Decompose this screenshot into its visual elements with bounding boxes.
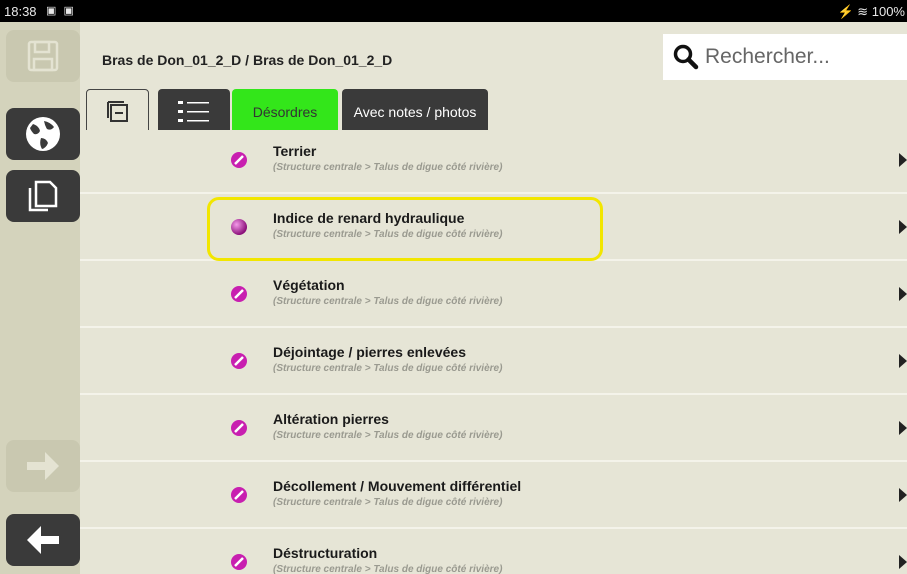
list-item[interactable]: Déstructuration (Structure centrale > Ta… <box>80 531 907 574</box>
disorder-icon <box>231 487 247 503</box>
copy-button[interactable] <box>6 170 80 222</box>
search-box[interactable]: Rechercher... <box>663 34 907 80</box>
save-button[interactable] <box>6 30 80 82</box>
list-item-title: Terrier <box>273 143 317 159</box>
map-button[interactable] <box>6 108 80 160</box>
chevron-right-icon <box>899 555 907 569</box>
search-placeholder: Rechercher... <box>705 45 830 68</box>
disorder-icon <box>231 554 247 570</box>
save-icon <box>27 40 59 72</box>
list-item[interactable]: Végétation (Structure centrale > Talus d… <box>80 263 907 328</box>
list-item-subtitle: (Structure centrale > Talus de digue côt… <box>273 497 503 508</box>
view-toggle-button[interactable] <box>86 89 149 135</box>
status-time: 18:38 <box>4 4 37 19</box>
search-icon <box>673 44 699 70</box>
breadcrumb: Bras de Don_01_2_D / Bras de Don_01_2_D <box>102 52 393 68</box>
notes-photos-filter-button[interactable]: Avec notes / photos <box>342 89 488 135</box>
list-item-title: Décollement / Mouvement différentiel <box>273 478 522 494</box>
sidebar <box>0 22 80 574</box>
list-item-subtitle: (Structure centrale > Talus de digue côt… <box>273 363 503 374</box>
list-item-subtitle: (Structure centrale > Talus de digue côt… <box>273 296 503 307</box>
arrow-right-icon <box>27 452 59 480</box>
list-item-subtitle: (Structure centrale > Talus de digue côt… <box>273 162 503 173</box>
disorder-list: Terrier (Structure centrale > Talus de d… <box>80 130 907 574</box>
list-item-title: Déjointage / pierres enlevées <box>273 344 466 360</box>
list-item[interactable]: Déjointage / pierres enlevées (Structure… <box>80 330 907 395</box>
chevron-right-icon <box>899 287 907 301</box>
disorder-icon <box>231 353 247 369</box>
chevron-right-icon <box>899 153 907 167</box>
list-item-title: Végétation <box>273 277 345 293</box>
list-item-subtitle: (Structure centrale > Talus de digue côt… <box>273 564 503 574</box>
list-item-title: Altération pierres <box>273 411 389 427</box>
disorder-icon <box>231 420 247 436</box>
list-item-subtitle: (Structure centrale > Talus de digue côt… <box>273 430 503 441</box>
arrow-left-icon <box>27 526 59 554</box>
disorder-icon <box>231 152 247 168</box>
disorder-icon <box>231 286 247 302</box>
list-button[interactable] <box>158 89 230 135</box>
selection-highlight <box>207 197 603 261</box>
square-icon <box>106 101 128 122</box>
chevron-right-icon <box>899 421 907 435</box>
system-status: ⚡ ≋ 100% <box>837 4 905 19</box>
list-icon <box>178 101 209 122</box>
next-button[interactable] <box>6 440 80 492</box>
list-item-title: Déstructuration <box>273 545 378 561</box>
notification-icons: ▣ ▣ <box>46 5 76 17</box>
chevron-right-icon <box>899 488 907 502</box>
list-item[interactable]: Altération pierres (Structure centrale >… <box>80 397 907 462</box>
globe-icon <box>26 117 60 151</box>
desordres-filter-button[interactable]: Désordres <box>232 89 338 135</box>
status-bar: 18:38 ▣ ▣ ⚡ ≋ 100% <box>0 0 907 22</box>
list-item[interactable]: Décollement / Mouvement différentiel (St… <box>80 464 907 529</box>
list-item[interactable]: Terrier (Structure centrale > Talus de d… <box>80 130 907 194</box>
back-button[interactable] <box>6 514 80 566</box>
chevron-right-icon <box>899 220 907 234</box>
chevron-right-icon <box>899 354 907 368</box>
copy-icon <box>28 180 58 212</box>
